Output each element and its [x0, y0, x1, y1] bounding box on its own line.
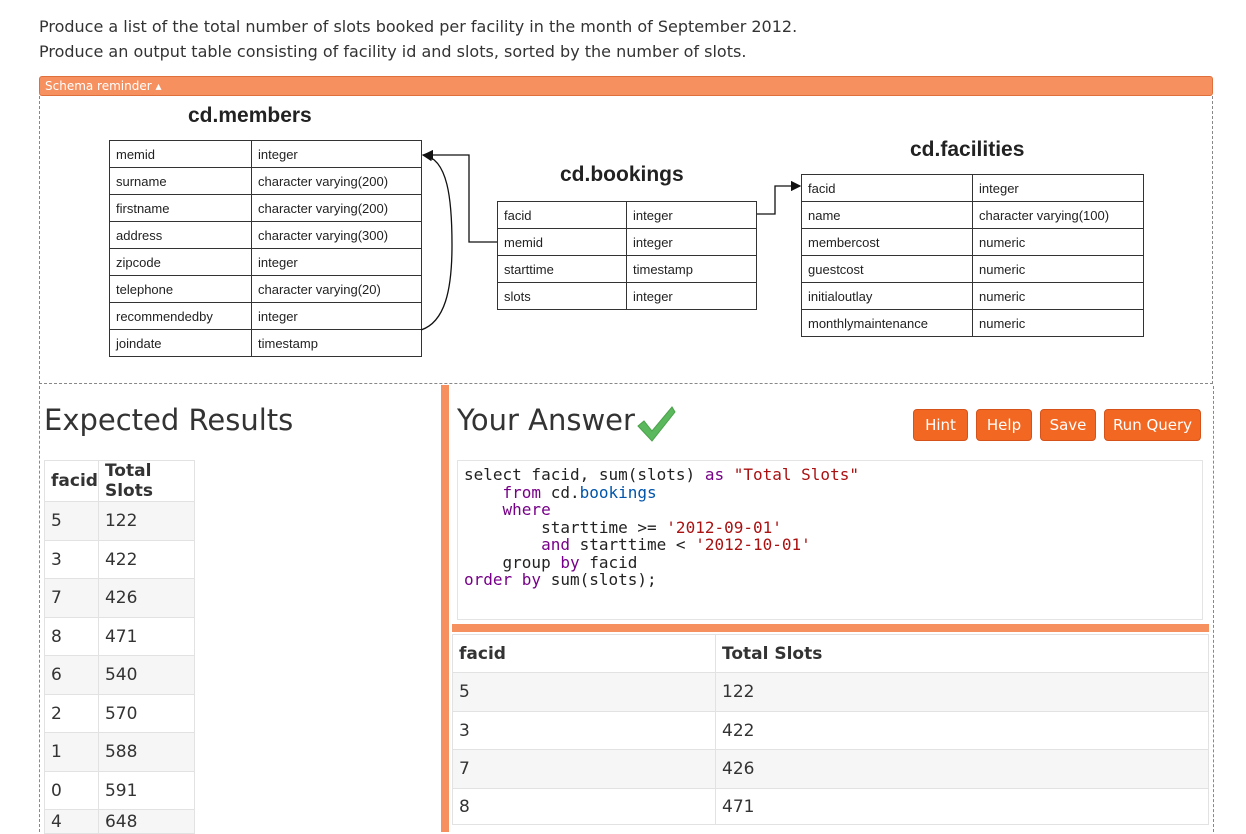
sql-editor[interactable]: select facid, sum(slots) as "Total Slots… [457, 460, 1203, 620]
code-line: from cd.bookings [464, 482, 1202, 502]
save-button[interactable]: Save [1040, 409, 1096, 441]
facid-arrow [757, 180, 802, 215]
answer-header-total: Total Slots [715, 634, 1209, 673]
table-cell: 3 [452, 711, 716, 750]
table-cell: 648 [97, 809, 195, 834]
table-cell: 6 [44, 655, 99, 695]
table-cell: 540 [97, 655, 195, 695]
relationship-arrows [420, 149, 802, 331]
horizontal-splitter[interactable] [452, 624, 1209, 632]
expected-results-heading: Expected Results [44, 403, 294, 437]
code-keyword: by [521, 570, 542, 589]
right-border [1213, 386, 1214, 832]
code-string: '2012-10-01' [695, 535, 811, 554]
hint-button[interactable]: Hint [913, 409, 968, 441]
run-query-button[interactable]: Run Query [1104, 409, 1201, 441]
code-token: cd. [541, 482, 580, 502]
table-cell: 0 [44, 771, 99, 810]
code-line: starttime >= '2012-09-01' [464, 517, 1202, 537]
memid-arrow [422, 149, 497, 243]
code-keyword: by [560, 552, 580, 572]
table-cell: 122 [97, 501, 195, 541]
your-answer-heading: Your Answer [457, 403, 635, 437]
code-identifier: bookings [579, 482, 657, 502]
table-cell: 570 [97, 694, 195, 733]
table-cell: 588 [97, 732, 195, 772]
code-token: group [464, 552, 561, 572]
code-token: select facid, sum(slots) [464, 465, 705, 484]
table-cell: 8 [44, 617, 99, 656]
table-cell: 426 [97, 578, 195, 618]
answer-header-facid: facid [452, 634, 716, 673]
table-cell: 5 [452, 672, 716, 712]
code-string: "Total Slots" [733, 465, 859, 484]
help-button[interactable]: Help [976, 409, 1032, 441]
expected-header-facid: facid [44, 460, 99, 502]
code-line: where [464, 501, 1202, 519]
code-token: sum(slots); [541, 570, 657, 589]
code-line: order by sum(slots); [464, 571, 1202, 589]
recommendedby-arrow [420, 150, 453, 331]
table-cell: 3 [44, 540, 99, 579]
table-cell: 2 [44, 694, 99, 733]
code-keyword: order [464, 570, 522, 589]
vertical-splitter[interactable] [441, 385, 449, 832]
table-cell: 471 [715, 788, 1209, 825]
table-cell: 5 [44, 501, 99, 541]
code-line: group by facid [464, 552, 1202, 572]
code-string: '2012-09-01' [666, 517, 782, 537]
code-keyword: from [502, 482, 542, 502]
table-cell: 591 [97, 771, 195, 810]
code-token: facid [579, 552, 638, 572]
table-cell: 7 [452, 749, 716, 789]
table-cell: 422 [97, 540, 195, 579]
table-cell: 4 [44, 809, 99, 834]
check-icon [637, 406, 676, 442]
code-token: starttime >= [464, 517, 667, 537]
table-cell: 1 [44, 732, 99, 772]
code-keyword: and [541, 535, 570, 554]
expected-header-total: Total Slots [97, 460, 195, 502]
code-keyword: as [704, 465, 725, 484]
table-cell: 7 [44, 578, 99, 618]
table-cell: 426 [715, 749, 1209, 789]
table-cell: 422 [715, 711, 1209, 750]
table-cell: 122 [715, 672, 1209, 712]
answer-results-table: facid Total Slots 5 122 3 422 7 426 8 471 [452, 634, 1209, 825]
code-token: starttime < [569, 535, 696, 554]
code-line: and starttime < '2012-10-01' [464, 536, 1202, 554]
table-cell: 8 [452, 788, 716, 825]
code-keyword: where [502, 500, 551, 519]
table-cell: 471 [97, 617, 195, 656]
expected-results-table: facid Total Slots 5 122 3 422 7 426 8 471 65… [44, 460, 195, 834]
code-line: select facid, sum(slots) as "Total Slots… [464, 466, 1202, 484]
